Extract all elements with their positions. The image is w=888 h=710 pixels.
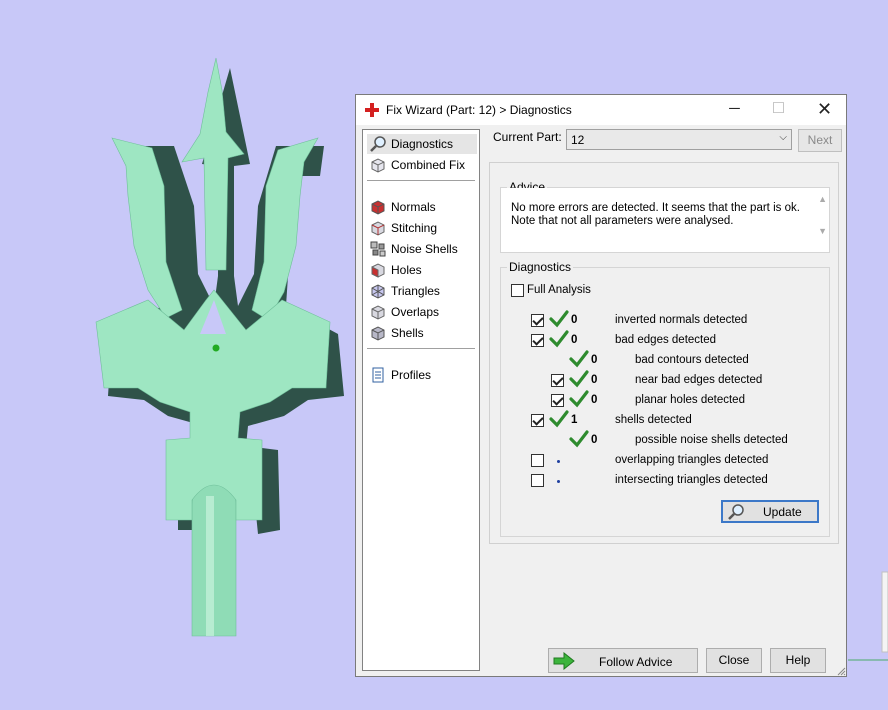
inverted-normals-label: inverted normals detected: [615, 314, 748, 326]
nav-item-holes[interactable]: Holes: [367, 260, 477, 280]
advice-textbox[interactable]: No more errors are detected. It seems th…: [501, 188, 829, 252]
nav-separator: [367, 180, 475, 181]
profile-icon: [372, 367, 384, 383]
overlapping-triangles-label: overlapping triangles detected: [615, 454, 769, 466]
shells-checkbox[interactable]: [531, 414, 544, 427]
window-title: Fix Wizard (Part: 12) > Diagnostics: [386, 103, 572, 117]
scroll-up-icon[interactable]: ▲: [818, 194, 827, 204]
bad-edges-checkbox[interactable]: [531, 334, 544, 347]
red-cross-icon: [365, 103, 379, 117]
near-bad-edges-count: 0: [591, 374, 598, 386]
chevron-down-icon: ⌵: [779, 132, 787, 143]
follow-advice-button[interactable]: Follow Advice: [548, 648, 698, 673]
diagnostics-group: Diagnostics Full Analysis 0 inverted nor…: [500, 260, 830, 537]
title-bar[interactable]: Fix Wizard (Part: 12) > Diagnostics ─ ☐ …: [356, 95, 846, 125]
planar-holes-checkbox[interactable]: [551, 394, 564, 407]
bad-edges-label: bad edges detected: [615, 334, 717, 346]
current-part-label: Current Part:: [493, 130, 562, 144]
magnifier-icon: [728, 504, 744, 520]
update-button[interactable]: Update: [721, 500, 819, 523]
inverted-normals-checkbox[interactable]: [531, 314, 544, 327]
maximize-button[interactable]: ☐: [756, 95, 801, 125]
nav-item-triangles[interactable]: Triangles: [367, 281, 477, 301]
close-window-button[interactable]: ✕: [802, 95, 847, 125]
bad-contours-count: 0: [591, 354, 598, 366]
nav-separator: [367, 348, 475, 349]
check-icon: [569, 370, 589, 388]
planar-holes-count: 0: [591, 394, 598, 406]
near-bad-edges-checkbox[interactable]: [551, 374, 564, 387]
diagnostics-content-panel: Advice No more errors are detected. It s…: [489, 162, 839, 544]
update-button-label: Update: [763, 505, 802, 519]
green-arrow-icon: [553, 652, 575, 670]
close-button[interactable]: Close: [706, 648, 762, 673]
next-button[interactable]: Next: [798, 129, 842, 152]
nav-label: Profiles: [391, 368, 432, 382]
noise-shells-icon: [370, 241, 386, 257]
nav-item-diagnostics[interactable]: Diagnostics: [367, 134, 477, 154]
intersecting-triangles-label: intersecting triangles detected: [615, 474, 768, 486]
nav-item-noise-shells[interactable]: Noise Shells: [367, 239, 477, 259]
shells-label: shells detected: [615, 414, 692, 426]
cube-icon: [371, 158, 385, 173]
overlaps-icon: [371, 305, 385, 320]
shells-count: 1: [571, 414, 578, 426]
minimize-button[interactable]: ─: [712, 95, 757, 125]
triangles-icon: [371, 284, 385, 299]
planar-holes-label: planar holes detected: [635, 394, 745, 406]
intersecting-triangles-checkbox[interactable]: [531, 474, 544, 487]
cube-red-icon: [371, 200, 385, 215]
current-part-select[interactable]: 12 ⌵: [566, 129, 792, 150]
scroll-down-icon[interactable]: ▼: [818, 226, 827, 236]
noise-shells-label: possible noise shells detected: [635, 434, 788, 446]
bad-edges-count: 0: [571, 334, 578, 346]
full-analysis-checkbox[interactable]: [511, 284, 524, 297]
nav-label: Combined Fix: [391, 158, 466, 172]
nav-label: Normals: [391, 200, 436, 214]
magnifier-icon: [370, 136, 386, 152]
nav-item-stitching[interactable]: Stitching: [367, 218, 477, 238]
check-icon: [569, 390, 589, 408]
nav-item-overlaps[interactable]: Overlaps: [367, 302, 477, 322]
help-button[interactable]: Help: [770, 648, 826, 673]
nav-label: Diagnostics: [391, 137, 454, 151]
overlapping-triangles-checkbox[interactable]: [531, 454, 544, 467]
advice-text: No more errors are detected. It seems th…: [511, 202, 800, 227]
noise-shells-count: 0: [591, 434, 598, 446]
check-icon: [549, 330, 569, 348]
near-bad-edges-label: near bad edges detected: [635, 374, 763, 386]
inverted-normals-count: 0: [571, 314, 578, 326]
stitching-icon: [371, 221, 385, 236]
nav-label: Overlaps: [391, 305, 440, 319]
check-icon: [549, 410, 569, 428]
nav-label: Holes: [391, 263, 422, 277]
bad-contours-label: bad contours detected: [635, 354, 749, 366]
not-checked-dot-icon: [557, 480, 560, 483]
check-icon: [569, 430, 589, 448]
diagnostics-group-title: Diagnostics: [507, 260, 574, 274]
resize-grip-icon[interactable]: [836, 666, 846, 676]
nav-item-combined-fix[interactable]: Combined Fix: [367, 155, 477, 175]
nav-label: Noise Shells: [391, 242, 458, 256]
check-icon: [569, 350, 589, 368]
nav-item-shells[interactable]: Shells: [367, 323, 477, 343]
current-part-value: 12: [571, 133, 585, 147]
follow-advice-label: Follow Advice: [599, 655, 673, 669]
full-analysis-label: Full Analysis: [527, 284, 591, 296]
nav-item-normals[interactable]: Normals: [367, 197, 477, 217]
wizard-nav-panel: Diagnostics Combined Fix Normals Stitchi…: [362, 129, 480, 671]
check-icon: [549, 310, 569, 328]
nav-label: Triangles: [391, 284, 440, 298]
nav-item-profiles[interactable]: Profiles: [367, 365, 477, 385]
not-checked-dot-icon: [557, 460, 560, 463]
holes-icon: [371, 263, 385, 278]
advice-group: Advice No more errors are detected. It s…: [500, 180, 830, 253]
fix-wizard-dialog: Fix Wizard (Part: 12) > Diagnostics ─ ☐ …: [355, 94, 847, 677]
nav-label: Shells: [391, 326, 424, 340]
shells-icon: [371, 326, 385, 341]
nav-label: Stitching: [391, 221, 438, 235]
pivot-dot: [212, 344, 220, 352]
